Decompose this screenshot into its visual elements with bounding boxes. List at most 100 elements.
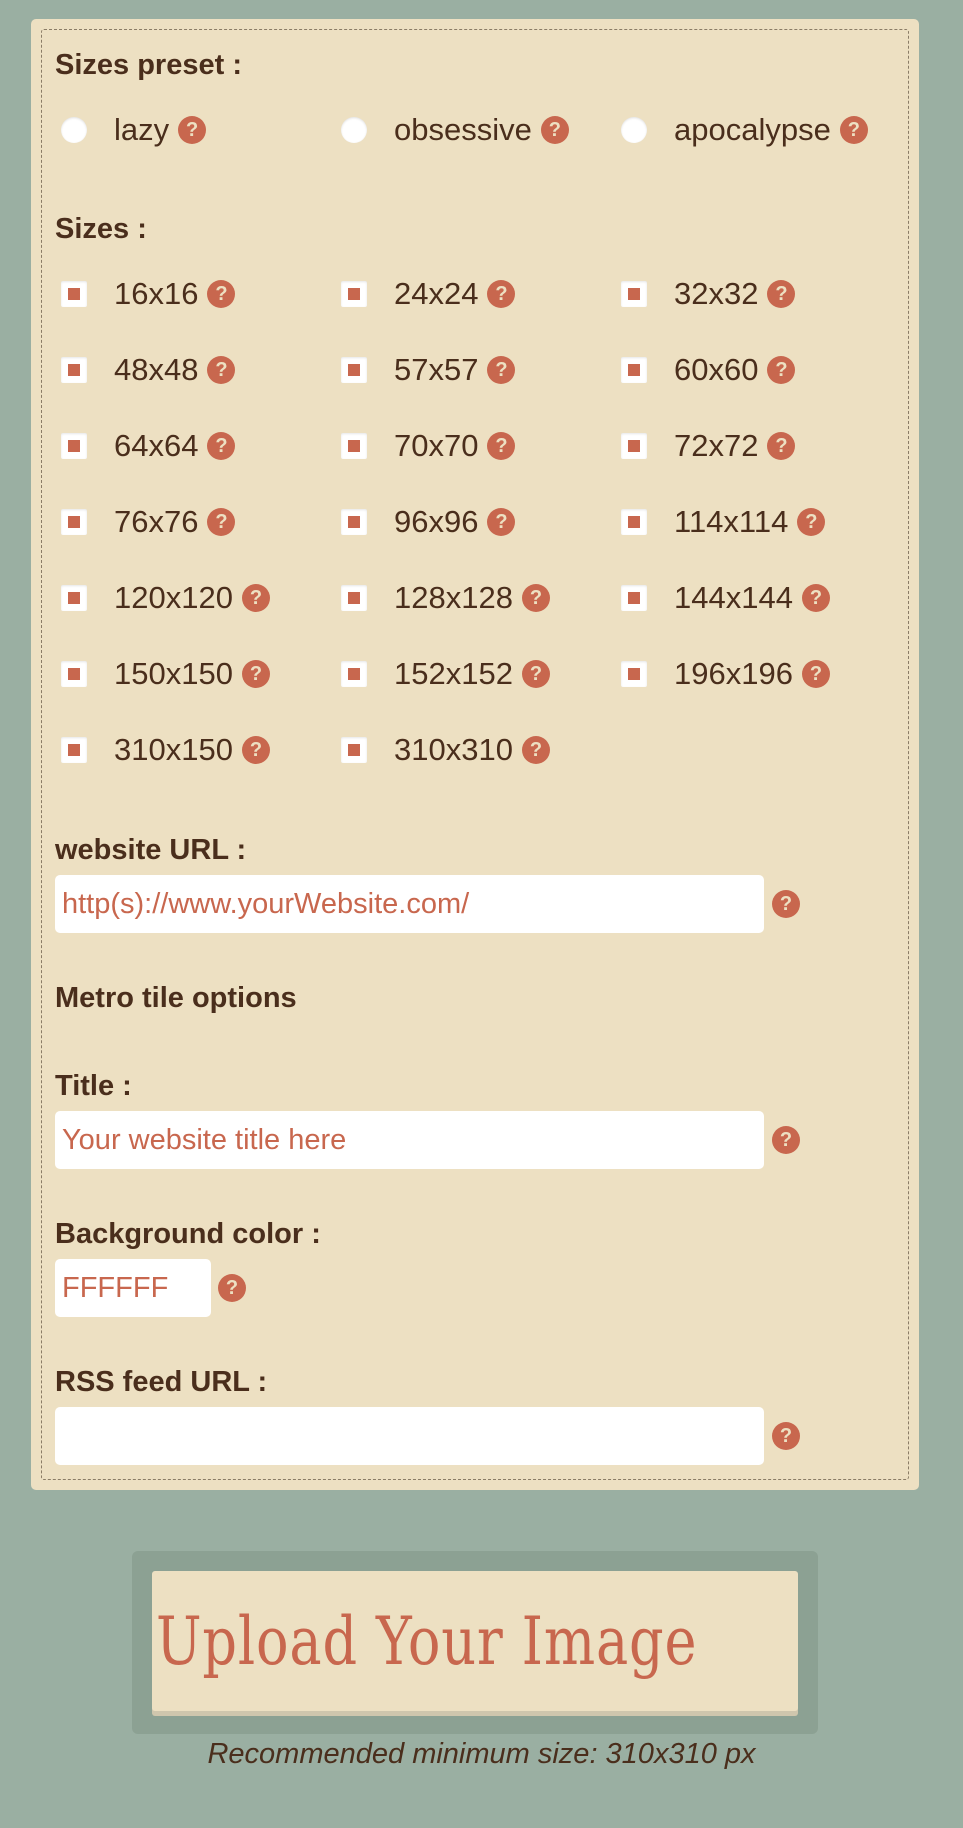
size-label: 48x48: [114, 352, 199, 387]
size-label: 57x57: [394, 352, 479, 387]
help-icon[interactable]: ?: [801, 660, 830, 688]
help-icon[interactable]: ?: [772, 890, 800, 918]
size-label: 64x64: [114, 428, 199, 463]
help-icon[interactable]: ?: [767, 432, 796, 460]
help-icon[interactable]: ?: [797, 508, 826, 536]
help-icon[interactable]: ?: [772, 1422, 800, 1450]
preset-apocalypse-label: apocalypse: [674, 112, 831, 147]
size-option[interactable]: 76x76?: [61, 502, 236, 542]
help-icon[interactable]: ?: [218, 1274, 246, 1302]
size-label: 24x24: [394, 276, 479, 311]
size-label: 60x60: [674, 352, 759, 387]
upload-image-button[interactable]: Upload Your Image: [152, 1571, 798, 1711]
website-url-label: website URL :: [55, 834, 247, 866]
help-icon[interactable]: ?: [178, 116, 207, 144]
help-icon[interactable]: ?: [207, 432, 236, 460]
size-checkbox[interactable]: [61, 661, 87, 687]
background-color-input[interactable]: FFFFFF: [55, 1259, 211, 1317]
preset-lazy[interactable]: lazy ?: [61, 110, 207, 150]
size-checkbox[interactable]: [341, 585, 367, 611]
size-checkbox[interactable]: [341, 661, 367, 687]
title-input[interactable]: Your website title here: [55, 1111, 764, 1169]
preset-lazy-label: lazy: [114, 112, 170, 147]
size-checkbox[interactable]: [61, 281, 87, 307]
help-icon[interactable]: ?: [241, 660, 270, 688]
size-label: 114x114: [674, 504, 789, 539]
help-icon[interactable]: ?: [207, 508, 236, 536]
size-checkbox[interactable]: [61, 585, 87, 611]
help-icon[interactable]: ?: [767, 356, 796, 384]
help-icon[interactable]: ?: [487, 280, 516, 308]
help-icon[interactable]: ?: [487, 356, 516, 384]
size-checkbox[interactable]: [621, 661, 647, 687]
size-checkbox[interactable]: [621, 433, 647, 459]
title-label: Title :: [55, 1070, 132, 1102]
sizes-label: Sizes :: [55, 213, 147, 245]
help-icon[interactable]: ?: [487, 508, 516, 536]
help-icon[interactable]: ?: [241, 736, 270, 764]
rss-feed-input[interactable]: [55, 1407, 764, 1465]
size-option[interactable]: 60x60?: [621, 350, 796, 390]
size-option[interactable]: 57x57?: [341, 350, 516, 390]
website-url-input[interactable]: http(s)://www.yourWebsite.com/: [55, 875, 764, 933]
size-label: 144x144: [674, 580, 793, 615]
preset-lazy-radio[interactable]: [61, 117, 87, 143]
size-checkbox[interactable]: [341, 433, 367, 459]
help-icon[interactable]: ?: [767, 280, 796, 308]
size-checkbox[interactable]: [61, 737, 87, 763]
size-label: 32x32: [674, 276, 759, 311]
metro-options-heading: Metro tile options: [55, 982, 297, 1014]
help-icon[interactable]: ?: [772, 1126, 800, 1154]
preset-apocalypse-radio[interactable]: [621, 117, 647, 143]
help-icon[interactable]: ?: [487, 432, 516, 460]
size-option[interactable]: 310x310?: [341, 730, 550, 770]
help-icon[interactable]: ?: [839, 116, 868, 144]
help-icon[interactable]: ?: [521, 584, 550, 612]
size-label: 196x196: [674, 656, 793, 691]
size-option[interactable]: 64x64?: [61, 426, 236, 466]
size-option[interactable]: 152x152?: [341, 654, 550, 694]
size-option[interactable]: 120x120?: [61, 578, 270, 618]
size-checkbox[interactable]: [621, 281, 647, 307]
size-option[interactable]: 70x70?: [341, 426, 516, 466]
help-icon[interactable]: ?: [207, 280, 236, 308]
help-icon[interactable]: ?: [521, 736, 550, 764]
size-checkbox[interactable]: [341, 737, 367, 763]
size-checkbox[interactable]: [341, 281, 367, 307]
size-checkbox[interactable]: [621, 509, 647, 535]
help-icon[interactable]: ?: [207, 356, 236, 384]
size-option[interactable]: 24x24?: [341, 274, 516, 314]
size-checkbox[interactable]: [61, 433, 87, 459]
help-icon[interactable]: ?: [241, 584, 270, 612]
preset-obsessive-radio[interactable]: [341, 117, 367, 143]
options-panel: Sizes preset : lazy ? obsessive ? apocal…: [31, 19, 919, 1490]
size-label: 96x96: [394, 504, 479, 539]
size-option[interactable]: 96x96?: [341, 502, 516, 542]
sizes-preset-label: Sizes preset :: [55, 49, 242, 81]
size-option[interactable]: 150x150?: [61, 654, 270, 694]
preset-obsessive-label: obsessive: [394, 112, 532, 147]
preset-apocalypse[interactable]: apocalypse ?: [621, 110, 868, 150]
size-checkbox[interactable]: [61, 357, 87, 383]
size-option[interactable]: 144x144?: [621, 578, 830, 618]
size-option[interactable]: 310x150?: [61, 730, 270, 770]
size-option[interactable]: 128x128?: [341, 578, 550, 618]
size-option[interactable]: 32x32?: [621, 274, 796, 314]
help-icon[interactable]: ?: [540, 116, 569, 144]
size-option[interactable]: 16x16?: [61, 274, 236, 314]
preset-obsessive[interactable]: obsessive ?: [341, 110, 569, 150]
size-label: 310x310: [394, 732, 513, 767]
size-checkbox[interactable]: [621, 585, 647, 611]
size-option[interactable]: 114x114?: [621, 502, 826, 542]
size-label: 310x150: [114, 732, 233, 767]
size-checkbox[interactable]: [621, 357, 647, 383]
size-option[interactable]: 48x48?: [61, 350, 236, 390]
help-icon[interactable]: ?: [521, 660, 550, 688]
size-option[interactable]: 72x72?: [621, 426, 796, 466]
size-checkbox[interactable]: [341, 509, 367, 535]
size-checkbox[interactable]: [341, 357, 367, 383]
help-icon[interactable]: ?: [801, 584, 830, 612]
size-checkbox[interactable]: [61, 509, 87, 535]
upload-button-label: Upload Your Image: [155, 1602, 698, 1680]
size-option[interactable]: 196x196?: [621, 654, 830, 694]
